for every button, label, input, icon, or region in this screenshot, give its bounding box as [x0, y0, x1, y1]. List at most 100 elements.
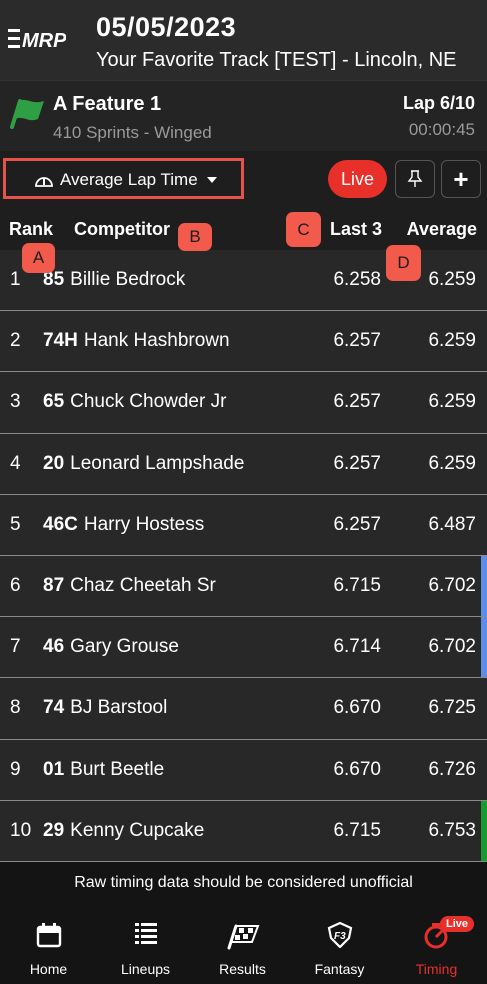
add-button[interactable]: +	[441, 160, 481, 198]
nav-home[interactable]: Home	[0, 904, 97, 984]
event-date: 05/05/2023	[96, 12, 237, 42]
rank-cell: 3	[10, 391, 21, 413]
table-row[interactable]: 10 29 Kenny Cupcake 6.715 6.753	[0, 800, 487, 862]
driver-name: Hank Hashbrown	[83, 330, 230, 352]
last3-cell: 6.258	[333, 269, 381, 290]
average-cell: 6.725	[428, 697, 476, 719]
average-cell: 6.753	[428, 819, 476, 841]
nav-label: Home	[29, 961, 68, 977]
mrp-logo[interactable]: MRP	[8, 25, 66, 55]
nav-results[interactable]: Results	[194, 904, 291, 984]
live-badge: Live	[440, 916, 475, 932]
green-flag-icon	[10, 99, 44, 129]
nav-label: Timing	[415, 961, 458, 977]
last3-cell: 6.670	[333, 758, 381, 780]
average-cell: 6.487	[428, 513, 476, 535]
average-cell: 6.259	[428, 269, 476, 290]
col-last3[interactable]: Last 3	[330, 219, 382, 240]
annotation-badge-b: B	[178, 223, 212, 251]
competitor-cell: 87 Chaz Cheetah Sr	[43, 575, 216, 597]
competitor-cell: 46C Harry Hostess	[43, 514, 204, 536]
driver-name: Gary Grouse	[70, 636, 179, 658]
car-number: 74	[43, 697, 65, 719]
timing-controls: Average Lap Time Live +	[0, 151, 487, 207]
annotation-badge-a: A	[22, 243, 55, 273]
pin-icon	[407, 170, 423, 187]
svg-text:F3: F3	[334, 931, 346, 942]
driver-name: Billie Bedrock	[70, 269, 186, 290]
rank-cell: 6	[10, 574, 21, 596]
disclaimer: Raw timing data should be considered uno…	[0, 862, 487, 904]
rank-cell: 4	[10, 452, 21, 474]
gauge-icon	[35, 177, 53, 187]
battle-indicator	[481, 617, 487, 678]
list-icon	[134, 923, 157, 944]
table-row[interactable]: 3 65 Chuck Chowder Jr 6.257 6.259	[0, 372, 487, 434]
car-number: 29	[43, 819, 65, 841]
table-row[interactable]: 9 01 Burt Beetle 6.670 6.726	[0, 739, 487, 801]
driver-name: Kenny Cupcake	[70, 819, 205, 841]
col-competitor[interactable]: Competitor	[74, 219, 170, 240]
last3-cell: 6.670	[333, 697, 381, 719]
rank-cell: 1	[10, 269, 21, 290]
driver-name: Leonard Lampshade	[70, 452, 245, 474]
shield-icon: F3	[327, 922, 352, 948]
driver-name: BJ Barstool	[70, 697, 168, 719]
table-row[interactable]: 5 46C Harry Hostess 6.257 6.487	[0, 494, 487, 556]
last3-cell: 6.257	[333, 330, 381, 352]
table-row[interactable]: 2 74H Hank Hashbrown 6.257 6.259	[0, 311, 487, 373]
average-cell: 6.259	[428, 330, 476, 352]
nav-label: Lineups	[120, 961, 171, 977]
battle-indicator	[481, 555, 487, 617]
app-header: MRP 05/05/2023 Your Favorite Track [TEST…	[0, 0, 487, 80]
rank-cell: 10	[10, 819, 32, 841]
competitor-cell: 29 Kenny Cupcake	[43, 820, 204, 842]
pin-button[interactable]	[395, 160, 435, 198]
competitor-cell: 01 Burt Beetle	[43, 759, 164, 781]
annotation-badge-d: D	[386, 245, 421, 281]
competitor-cell: 46 Gary Grouse	[43, 636, 179, 658]
average-cell: 6.702	[428, 574, 476, 596]
timing-table: 1 85 Billie Bedrock 6.258 6.259 2 74H Hank…	[0, 250, 487, 862]
last3-cell: 6.257	[333, 513, 381, 535]
last3-cell: 6.715	[333, 819, 381, 841]
competitor-cell: 74H Hank Hashbrown	[43, 330, 230, 352]
car-number: 74H	[43, 330, 78, 352]
average-cell: 6.259	[428, 391, 476, 413]
sort-dropdown[interactable]: Average Lap Time	[34, 170, 217, 190]
car-number: 20	[43, 452, 65, 474]
col-rank[interactable]: Rank	[9, 219, 53, 240]
checkered-flag-icon	[227, 924, 259, 950]
average-cell: 6.702	[428, 636, 476, 658]
car-number: 01	[43, 758, 65, 780]
last3-cell: 6.257	[333, 391, 381, 413]
chevron-down-icon	[206, 177, 217, 183]
lap-counter: Lap 6/10	[402, 93, 475, 113]
table-header: Rank Competitor Last 3 Average	[0, 207, 487, 250]
table-row[interactable]: 6 87 Chaz Cheetah Sr 6.715 6.702	[0, 555, 487, 618]
battle-indicator	[481, 800, 487, 861]
car-number: 87	[43, 574, 65, 596]
sort-selector-highlight[interactable]: Average Lap Time	[3, 158, 244, 199]
bottom-nav: Home Lineups Results F3 Fantasy Live Tim…	[0, 904, 487, 984]
track-name: Your Favorite Track [TEST] - Lincoln, NE	[96, 49, 457, 71]
driver-name: Burt Beetle	[70, 758, 165, 780]
rank-cell: 9	[10, 758, 21, 780]
nav-lineups[interactable]: Lineups	[97, 904, 194, 984]
col-average[interactable]: Average	[407, 219, 477, 240]
rank-cell: 5	[10, 513, 21, 535]
logo-text: MRP	[22, 30, 66, 52]
nav-label: Fantasy	[314, 961, 365, 977]
nav-timing[interactable]: Live Timing	[388, 904, 485, 984]
nav-fantasy[interactable]: F3 Fantasy	[291, 904, 388, 984]
competitor-cell: 65 Chuck Chowder Jr	[43, 391, 226, 413]
driver-name: Chaz Cheetah Sr	[70, 574, 216, 596]
driver-name: Chuck Chowder Jr	[70, 391, 227, 413]
table-row[interactable]: 8 74 BJ Barstool 6.670 6.725	[0, 678, 487, 740]
table-row[interactable]: 7 46 Gary Grouse 6.714 6.702	[0, 617, 487, 679]
competitor-cell: 85 Billie Bedrock	[43, 269, 185, 291]
live-button[interactable]: Live	[328, 160, 387, 198]
last3-cell: 6.715	[333, 574, 381, 596]
average-cell: 6.259	[428, 452, 476, 474]
table-row[interactable]: 4 20 Leonard Lampshade 6.257 6.259	[0, 433, 487, 495]
